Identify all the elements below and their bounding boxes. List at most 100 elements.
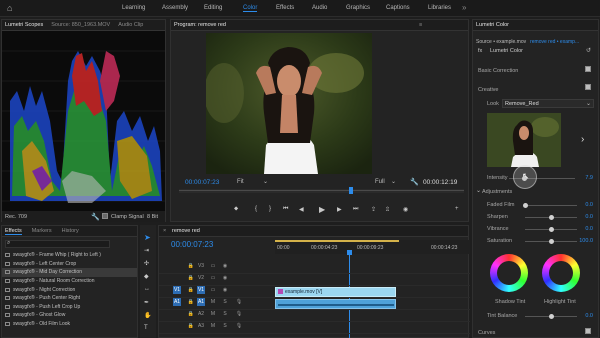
solo-icon[interactable]: S	[221, 310, 229, 318]
lock-icon[interactable]: 🔒	[187, 310, 195, 318]
lock-icon[interactable]: 🔒	[187, 322, 195, 330]
program-timecode[interactable]: 00:00:07:23	[185, 179, 219, 186]
button-editor-icon[interactable]: +	[455, 206, 459, 212]
mark-in-icon[interactable]: {	[255, 206, 257, 212]
lock-icon[interactable]: 🔒	[187, 274, 195, 282]
saturation-value[interactable]: 100.0	[577, 238, 593, 244]
quality-dropdown[interactable]: Full	[375, 179, 385, 185]
vibrance-slider[interactable]	[525, 227, 577, 232]
chevron-down-icon[interactable]: ⌄	[476, 187, 481, 194]
track-select-icon[interactable]: ⇥	[144, 247, 149, 254]
intensity-value[interactable]: 7.9	[577, 175, 593, 181]
step-back-icon[interactable]: ⏮	[283, 206, 288, 213]
playhead-head[interactable]	[347, 250, 352, 255]
workspace-libraries[interactable]: Libraries	[428, 5, 451, 11]
lock-icon[interactable]: 🔒	[187, 298, 195, 306]
list-item[interactable]: swaygfx® - Natural Room Correction	[2, 277, 137, 286]
tab-sequence[interactable]: remove red	[172, 228, 200, 234]
ripple-edit-icon[interactable]: ✣	[144, 260, 149, 267]
chevron-down-icon[interactable]: ⌄	[391, 178, 396, 185]
workspace-audio[interactable]: Audio	[312, 5, 327, 11]
sync-icon[interactable]: ▭	[209, 274, 217, 282]
basic-correction-header[interactable]: Basic Correction	[478, 68, 518, 74]
eye-icon[interactable]: ◉	[221, 274, 229, 282]
lumetri-sequence[interactable]: remove red • examp...	[530, 39, 579, 45]
close-icon[interactable]: ×	[163, 228, 166, 234]
audio-clip[interactable]	[275, 299, 396, 309]
add-marker-icon[interactable]: ⬥	[234, 206, 238, 213]
lumetri-source[interactable]: Source • example.mov	[476, 39, 526, 45]
tab-lumetri-color[interactable]: Lumetri Color	[476, 22, 509, 28]
workspace-graphics[interactable]: Graphics	[346, 5, 370, 11]
eye-icon[interactable]: ◉	[221, 286, 229, 294]
look-dropdown[interactable]: Remove_Red ⌄	[502, 99, 594, 108]
curves-checkbox[interactable]	[585, 328, 591, 334]
effects-search-input[interactable]	[5, 240, 110, 248]
basic-correction-checkbox[interactable]	[585, 66, 591, 72]
frame-back-icon[interactable]: ◀	[299, 206, 304, 213]
sharpen-value[interactable]: 0.0	[577, 214, 593, 220]
list-item[interactable]: swaygfx® - Night Correction	[2, 285, 137, 294]
creative-header[interactable]: Creative	[478, 87, 498, 93]
solo-icon[interactable]: S	[221, 322, 229, 330]
tab-effects[interactable]: Effects	[5, 228, 22, 235]
faded-film-value[interactable]: 0.0	[577, 202, 593, 208]
eye-icon[interactable]: ◉	[221, 262, 229, 270]
mute-icon[interactable]: M	[209, 310, 217, 318]
list-item[interactable]: swaygfx® - Frame Whip ( Right to Left )	[2, 251, 137, 260]
creative-checkbox[interactable]	[585, 84, 591, 90]
tab-markers[interactable]: Markers	[32, 228, 52, 234]
tab-source[interactable]: Source: 850_1963.MOV	[51, 22, 110, 28]
reset-icon[interactable]: ↺	[586, 47, 591, 54]
list-item[interactable]: swaygfx® - Old Film Look	[2, 320, 137, 329]
type-tool-icon[interactable]: T	[144, 325, 148, 331]
export-frame-icon[interactable]: ◉	[403, 206, 408, 213]
tint-balance-slider[interactable]	[525, 314, 577, 319]
frame-forward-icon[interactable]: ▶	[337, 206, 342, 213]
chevron-right-icon[interactable]: ›	[581, 134, 584, 145]
sync-icon[interactable]: ▭	[209, 286, 217, 294]
fit-dropdown[interactable]: Fit	[237, 179, 244, 185]
workspace-learning[interactable]: Learning	[122, 5, 145, 11]
tint-balance-value[interactable]: 0.0	[577, 313, 593, 319]
workspace-assembly[interactable]: Assembly	[162, 5, 188, 11]
list-item[interactable]: swaygfx® - Left Center Crop	[2, 260, 137, 269]
settings-wrench-icon[interactable]: 🔧	[410, 178, 419, 186]
workspace-captions[interactable]: Captions	[386, 5, 410, 11]
list-item[interactable]: swaygfx® - Push Center Right	[2, 294, 137, 303]
clamp-signal-checkbox[interactable]	[102, 213, 108, 219]
lock-icon[interactable]: 🔒	[187, 262, 195, 270]
look-preview-thumbnail[interactable]	[487, 113, 561, 167]
highlight-tint-wheel[interactable]	[542, 254, 580, 292]
razor-icon[interactable]: ◆	[144, 273, 149, 280]
tab-lumetri-scopes[interactable]: Lumetri Scopes	[5, 22, 43, 28]
vibrance-value[interactable]: 0.0	[577, 226, 593, 232]
hand-tool-icon[interactable]: ✋	[144, 312, 151, 319]
source-patch-v1[interactable]: V1	[173, 286, 181, 294]
home-icon[interactable]: ⌂	[7, 3, 12, 13]
list-item-selected[interactable]: swaygfx® - Mid Day Correction	[2, 268, 137, 277]
workspace-color[interactable]: Color	[243, 5, 258, 12]
mute-icon[interactable]: M	[209, 322, 217, 330]
selection-tool-icon[interactable]: ➤	[144, 233, 151, 242]
wrench-icon[interactable]: 🔧	[91, 213, 100, 221]
faded-film-slider[interactable]	[523, 203, 577, 208]
video-clip[interactable]: example.mov [V]	[275, 287, 396, 297]
pen-tool-icon[interactable]: ✒	[144, 299, 149, 306]
workspace-menu-icon[interactable]: »	[462, 3, 466, 12]
timeline-ruler[interactable]: 00:00 00:00:04:23 00:00:09:23 00:00:14:2…	[275, 240, 470, 254]
tab-program[interactable]: Program: remove red	[174, 22, 226, 28]
workspace-editing[interactable]: Editing	[204, 5, 222, 11]
play-icon[interactable]: ▶	[319, 205, 325, 214]
tab-audio-clip[interactable]: Audio Clip	[118, 22, 143, 28]
bit-depth-select[interactable]: 8 Bit	[147, 214, 158, 220]
track-label-a1[interactable]: A1	[197, 298, 205, 306]
slip-tool-icon[interactable]: ↔	[144, 286, 150, 292]
shadow-tint-wheel[interactable]	[490, 254, 528, 292]
source-patch-a1[interactable]: A1	[173, 298, 181, 306]
curves-header[interactable]: Curves	[478, 330, 495, 336]
track-label-v1[interactable]: V1	[197, 286, 205, 294]
panel-menu-icon[interactable]: ≡	[419, 22, 422, 28]
saturation-slider[interactable]	[525, 239, 577, 244]
sync-icon[interactable]: ▭	[209, 262, 217, 270]
